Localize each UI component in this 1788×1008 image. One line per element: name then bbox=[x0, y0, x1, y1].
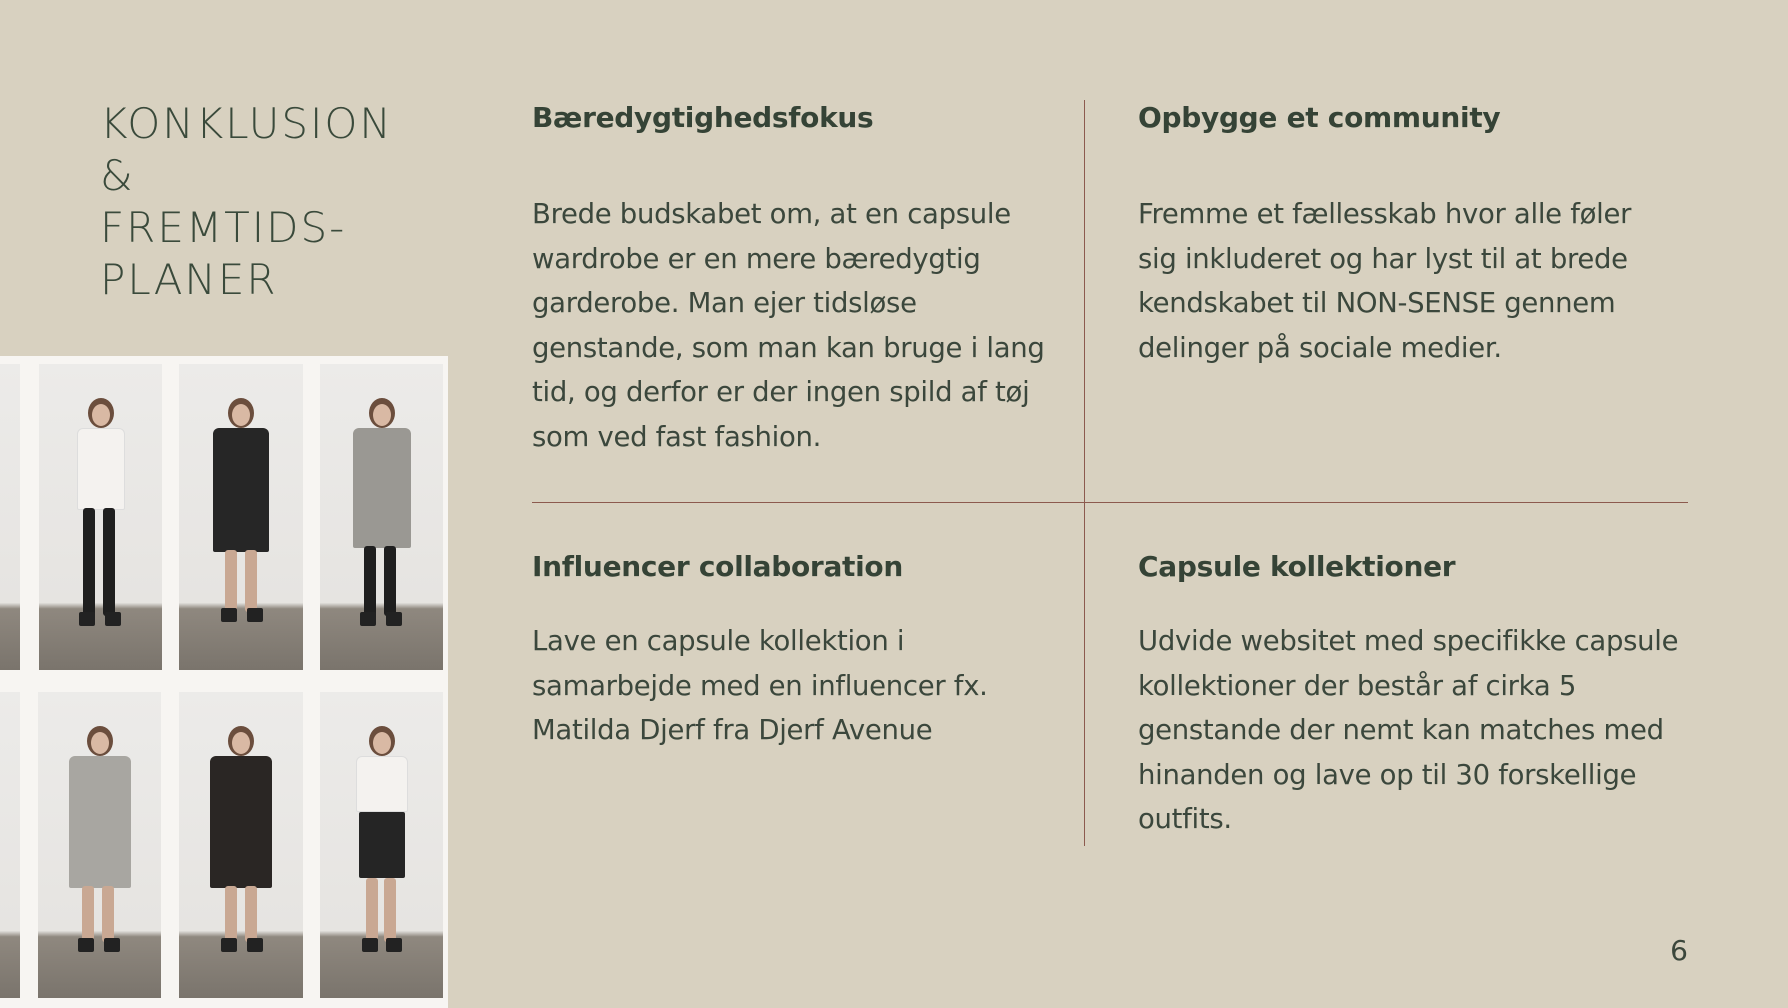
outfit-photo-white-tee-skirt bbox=[320, 692, 443, 998]
section-community: Opbygge et community Fremme et fællesska… bbox=[1138, 100, 1658, 370]
outfit-photo-collage bbox=[0, 356, 448, 1008]
vertical-divider bbox=[1084, 100, 1085, 846]
outfit-photo-dark-coat bbox=[179, 692, 303, 998]
section-body: Udvide websitet med specifikke capsule k… bbox=[1138, 625, 1679, 836]
title-line-1: KONKLUSION bbox=[100, 99, 393, 148]
section-capsule-collections: Capsule kollektioner Udvide websitet med… bbox=[1138, 549, 1698, 842]
section-heading: Bæredygtighedsfokus bbox=[532, 101, 874, 134]
outfit-photo bbox=[0, 364, 20, 670]
section-heading: Opbygge et community bbox=[1138, 101, 1501, 134]
section-body: Lave en capsule kollektion i samarbejde … bbox=[532, 625, 988, 747]
title-line-2: & bbox=[100, 151, 135, 200]
section-sustainability: Bæredygtighedsfokus Brede budskabet om, … bbox=[532, 100, 1052, 460]
title-line-4: PLANER bbox=[100, 255, 278, 304]
outfit-photo bbox=[0, 692, 20, 998]
section-heading: Influencer collaboration bbox=[532, 550, 903, 583]
section-body: Brede budskabet om, at en capsule wardro… bbox=[532, 198, 1045, 453]
outfit-photo-vest bbox=[320, 364, 443, 670]
outfit-photo-plaid-coat bbox=[38, 692, 161, 998]
section-body: Fremme et fællesskab hvor alle føler sig… bbox=[1138, 198, 1632, 364]
slide: KONKLUSION & FREMTIDS- PLANER Bæredygtig… bbox=[0, 0, 1788, 1008]
outfit-photo-white-tee bbox=[39, 364, 162, 670]
page-number: 6 bbox=[1670, 934, 1688, 967]
horizontal-divider bbox=[532, 502, 1688, 503]
section-heading: Capsule kollektioner bbox=[1138, 550, 1456, 583]
outfit-photo-black-dress bbox=[179, 364, 303, 670]
section-influencer: Influencer collaboration Lave en capsule… bbox=[532, 549, 1052, 753]
title-line-3: FREMTIDS- bbox=[100, 203, 347, 252]
slide-title: KONKLUSION & FREMTIDS- PLANER bbox=[100, 98, 480, 306]
